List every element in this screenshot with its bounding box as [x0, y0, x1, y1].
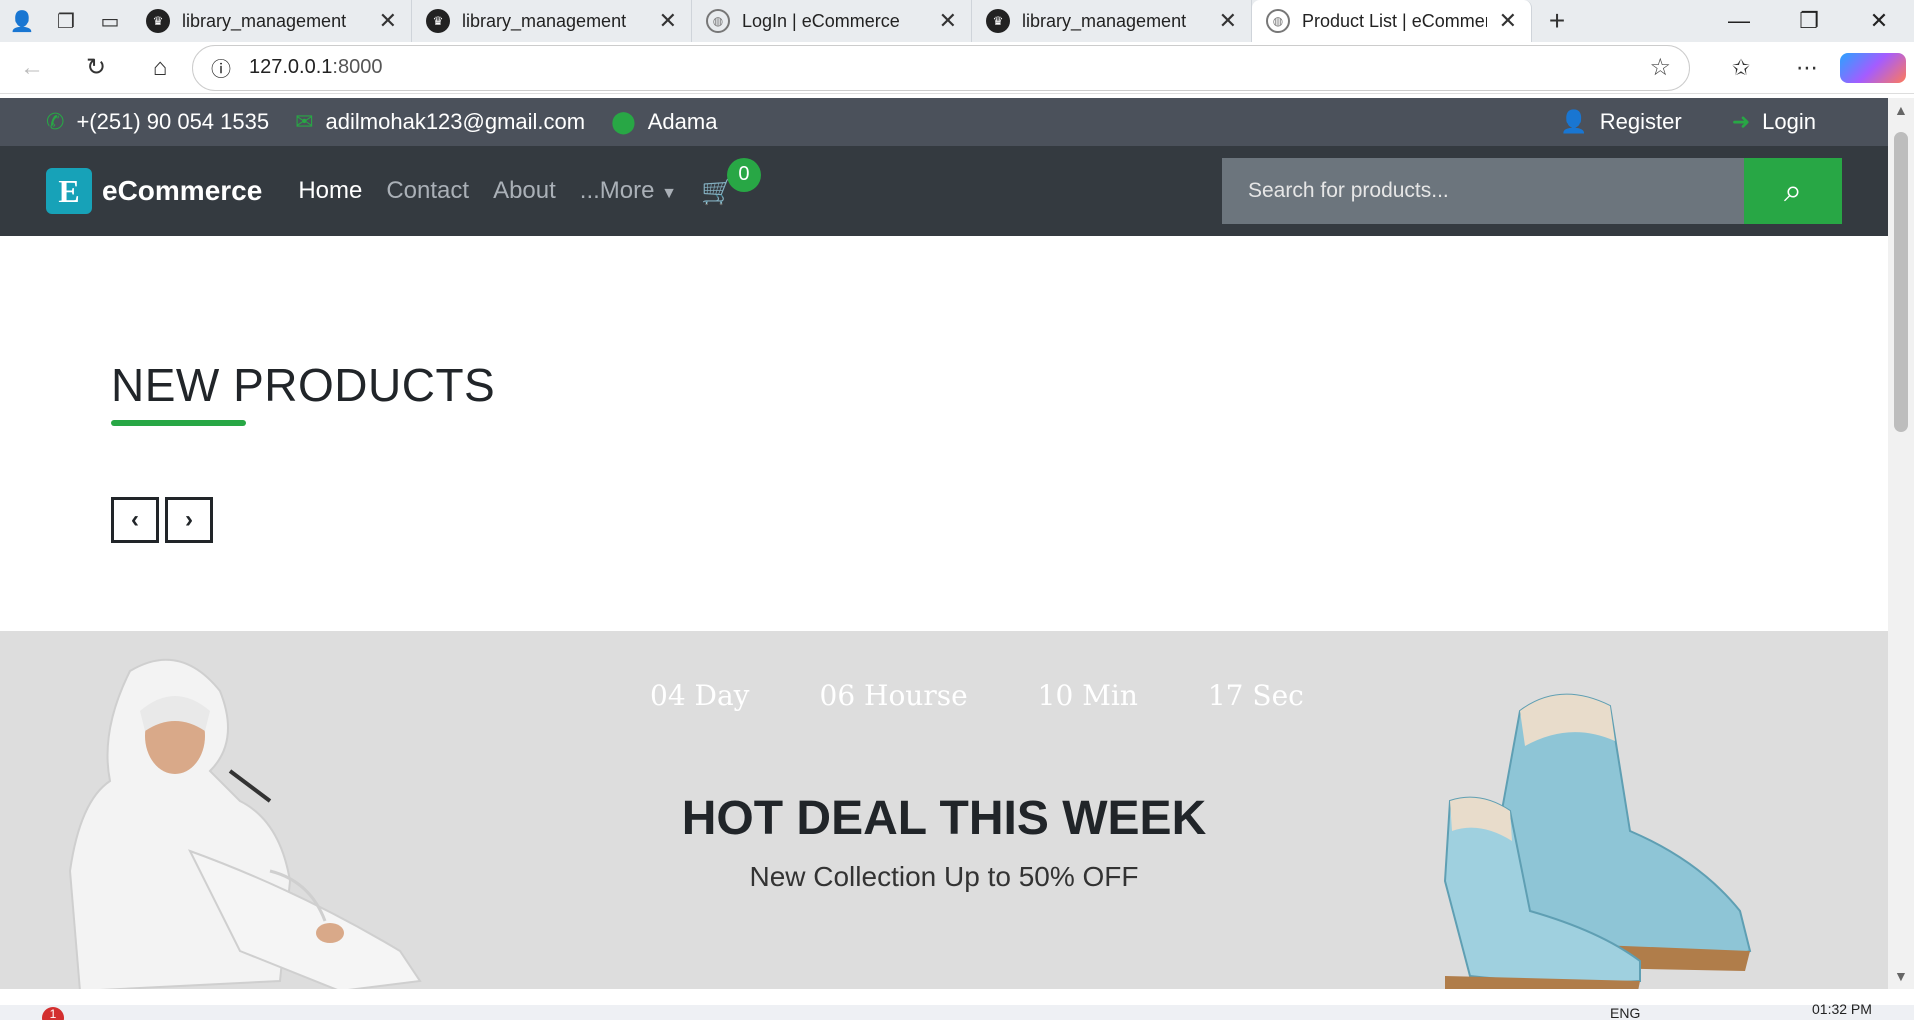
slider-prev-button[interactable]: ‹ [111, 497, 159, 543]
url-host: 127.0.0.1 [249, 56, 333, 78]
tab-title: library_management [1022, 10, 1187, 31]
scroll-up-icon[interactable]: ▲ [1894, 102, 1908, 118]
restore-icon[interactable]: ❐ [1774, 0, 1844, 42]
page-scrollbar[interactable]: ▲ ▼ [1888, 98, 1914, 989]
nav-contact[interactable]: Contact [386, 177, 469, 205]
map-marker-icon: ⬤ [611, 109, 636, 134]
brand-logo-icon: E [46, 168, 92, 214]
browser-tab[interactable]: ◍ LogIn | eCommerce ✕ [692, 0, 972, 42]
countdown-hours: 06 Hourse [819, 679, 968, 712]
sign-in-icon: ➜ [1731, 109, 1751, 134]
scrollbar-thumb[interactable] [1894, 132, 1908, 432]
envelope-icon: ✉ [295, 109, 314, 134]
search-button[interactable]: ⌕ [1744, 158, 1842, 224]
brand-link[interactable]: E eCommerce [46, 168, 262, 214]
os-taskbar: 1 ENG 01:32 PM [0, 1001, 1914, 1020]
window-controls: — ❐ ✕ [1704, 0, 1914, 42]
tab-title: LogIn | eCommerce [742, 10, 900, 31]
countdown-days: 04 Day [650, 679, 750, 712]
phone-icon: ✆ [46, 109, 65, 134]
search-input[interactable]: Search for products... [1222, 158, 1744, 224]
phone-item: ✆ +(251) 90 054 1535 [46, 109, 269, 135]
cart-count-badge: 0 [726, 157, 761, 192]
address-bar[interactable]: ⓘ 127.0.0.1:8000 ☆ [192, 44, 1690, 91]
screen: 👤 ❐ ▭ ♛ library_management ✕ ♛ library_m… [0, 0, 1914, 1020]
nav-home[interactable]: Home [298, 177, 362, 205]
browser-tab[interactable]: ♛ library_management ✕ [972, 0, 1252, 42]
main-navbar: E eCommerce Home Contact About ...More ▼… [0, 146, 1888, 236]
auth-links: 👤 Register ➜ Login [1560, 109, 1842, 135]
copilot-icon[interactable] [1840, 52, 1906, 83]
back-icon[interactable]: ← [0, 54, 64, 82]
countdown-seconds: 17 Sec [1207, 679, 1304, 712]
new-tab-button[interactable]: + [1532, 0, 1582, 42]
login-link[interactable]: ➜ Login [1732, 109, 1816, 135]
browser-tab[interactable]: ♛ library_management ✕ [412, 0, 692, 42]
vertical-tabs-icon[interactable]: ▭ [88, 0, 132, 42]
language-indicator[interactable]: ENG [1610, 1005, 1640, 1020]
nav-more-label: ...More [579, 177, 655, 204]
slider-next-button[interactable]: › [165, 497, 213, 543]
close-icon[interactable]: ✕ [1499, 8, 1517, 34]
favorite-star-icon[interactable]: ☆ [1649, 53, 1671, 82]
notification-badge[interactable]: 1 [42, 1007, 64, 1020]
hot-deal-banner: 04 Day 06 Hourse 10 Min 17 Sec HOT DEAL … [0, 631, 1888, 989]
new-products-title: NEW PRODUCTS [111, 359, 496, 411]
home-icon[interactable]: ⌂ [128, 54, 192, 82]
location-text: Adama [647, 109, 718, 134]
deal-countdown: 04 Day 06 Hourse 10 Min 17 Sec [650, 679, 1304, 712]
tab-title: library_management [462, 10, 627, 31]
title-underline [111, 420, 246, 426]
countdown-minutes: 10 Min [1037, 679, 1138, 712]
url-port: :8000 [332, 56, 383, 78]
crown-icon: ♛ [986, 9, 1010, 33]
slider-controls: ‹ › [111, 497, 213, 543]
browser-toolbar: ← ↻ ⌂ ⓘ 127.0.0.1:8000 ☆ ✩ ⋯ [0, 42, 1914, 94]
user-plus-icon: 👤 [1560, 109, 1588, 134]
nav-more-dropdown[interactable]: ...More ▼ [580, 177, 677, 205]
browser-right-tools: ✩ ⋯ [1708, 52, 1906, 83]
browser-tab[interactable]: ♛ library_management ✕ [132, 0, 412, 42]
close-icon[interactable]: ✕ [379, 8, 397, 34]
collections-icon[interactable]: ❐ [44, 0, 88, 42]
favorites-icon[interactable]: ✩ [1708, 53, 1774, 83]
nav-about[interactable]: About [493, 177, 556, 205]
phone-text: +(251) 90 054 1535 [76, 109, 270, 134]
globe-icon: ◍ [706, 9, 730, 33]
search-icon: ⌕ [1784, 172, 1802, 208]
minimize-icon[interactable]: — [1704, 0, 1774, 42]
brand-name: eCommerce [102, 175, 263, 206]
browser-tabstrip: 👤 ❐ ▭ ♛ library_management ✕ ♛ library_m… [0, 0, 1914, 42]
close-window-icon[interactable]: ✕ [1844, 0, 1914, 42]
profile-icon[interactable]: 👤 [0, 0, 44, 42]
tab-title: library_management [182, 10, 347, 31]
tab-title: Product List | eCommerce [1302, 10, 1487, 31]
close-icon[interactable]: ✕ [939, 8, 957, 34]
taskbar-clock[interactable]: 01:32 PM [1812, 1001, 1872, 1017]
globe-icon: ◍ [1266, 9, 1290, 33]
crown-icon: ♛ [426, 9, 450, 33]
close-icon[interactable]: ✕ [1219, 8, 1237, 34]
nav-links: Home Contact About ...More ▼ [298, 177, 677, 205]
boots-image [1443, 693, 1752, 989]
register-label: Register [1599, 109, 1682, 134]
browser-tab-active[interactable]: ◍ Product List | eCommerce ✕ [1252, 0, 1532, 42]
register-link[interactable]: 👤 Register [1560, 109, 1681, 135]
contact-topbar: ✆ +(251) 90 054 1535 ✉ adilmohak123@gmai… [0, 98, 1888, 146]
scroll-down-icon[interactable]: ▼ [1894, 968, 1908, 984]
crown-icon: ♛ [146, 9, 170, 33]
more-menu-icon[interactable]: ⋯ [1774, 53, 1840, 83]
login-label: Login [1762, 109, 1816, 134]
page-viewport: ✆ +(251) 90 054 1535 ✉ adilmohak123@gmai… [0, 98, 1888, 989]
search-form: Search for products... ⌕ [1222, 158, 1842, 224]
close-icon[interactable]: ✕ [659, 8, 677, 34]
location-item: ⬤ Adama [611, 109, 717, 135]
cart-button[interactable]: 🛒 0 [701, 157, 761, 207]
email-text: adilmohak123@gmail.com [325, 109, 586, 134]
caret-down-icon: ▼ [661, 185, 677, 202]
email-item: ✉ adilmohak123@gmail.com [295, 109, 585, 135]
refresh-icon[interactable]: ↻ [64, 53, 128, 82]
info-icon[interactable]: ⓘ [211, 53, 231, 82]
